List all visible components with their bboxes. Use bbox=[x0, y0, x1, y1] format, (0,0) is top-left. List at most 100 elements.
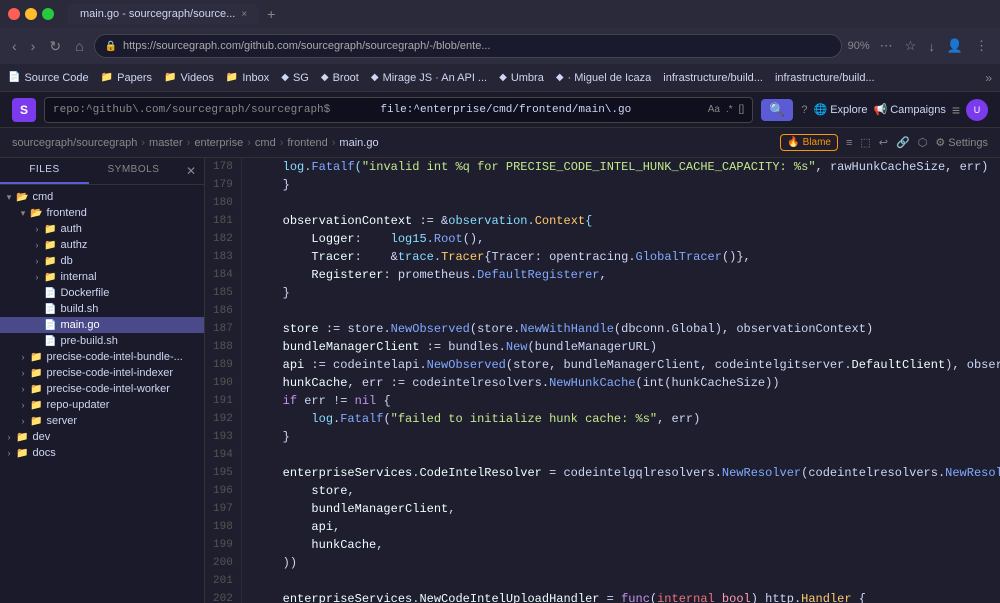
code-token: : prometheus. bbox=[383, 266, 477, 284]
home-button[interactable]: ⌂ bbox=[71, 36, 87, 56]
bookmark-miguel[interactable]: ◆ · Miguel de Icaza bbox=[556, 72, 651, 84]
bookmark-icon: 📁 bbox=[226, 72, 238, 83]
bookmark-button[interactable]: ☆ bbox=[901, 36, 921, 56]
breadcrumb-frontend[interactable]: frontend bbox=[287, 137, 327, 149]
address-bar[interactable]: 🔒 https://sourcegraph.com/github.com/sou… bbox=[94, 34, 842, 58]
tree-arrow: › bbox=[18, 384, 28, 394]
settings-button[interactable]: ⚙ Settings bbox=[935, 136, 988, 149]
tree-item-dockerfile[interactable]: 📄Dockerfile bbox=[0, 285, 204, 301]
folder-icon: 📁 bbox=[30, 400, 42, 411]
raw-button[interactable]: ⬚ bbox=[860, 136, 870, 149]
tab-files[interactable]: FILES bbox=[0, 158, 89, 184]
back-button[interactable]: ‹ bbox=[8, 36, 21, 56]
tree-item-pre-build.sh[interactable]: 📄pre-build.sh bbox=[0, 333, 204, 349]
code-lines: log.Fatalf("invalid int %q for PRECISE_C… bbox=[242, 158, 1000, 603]
maximize-window-button[interactable] bbox=[42, 8, 54, 20]
bookmark-umbra[interactable]: ◆ Umbra bbox=[499, 72, 544, 84]
bookmark-videos[interactable]: 📁 Videos bbox=[164, 72, 214, 84]
sg-hamburger-menu[interactable]: ≡ bbox=[952, 102, 960, 118]
forward-button[interactable]: › bbox=[27, 36, 40, 56]
bookmark-inbox[interactable]: 📁 Inbox bbox=[226, 72, 269, 84]
tree-item-main.go[interactable]: 📄main.go bbox=[0, 317, 204, 333]
github-link-button[interactable]: ⬡ bbox=[918, 136, 928, 149]
bookmark-source-code[interactable]: 📄 Source Code bbox=[8, 72, 89, 84]
sg-user-avatar[interactable]: U bbox=[966, 99, 988, 121]
bookmark-papers[interactable]: 📁 Papers bbox=[101, 72, 152, 84]
structural-toggle[interactable]: [] bbox=[739, 104, 745, 115]
tree-item-frontend[interactable]: ▾📂frontend bbox=[0, 205, 204, 221]
browser-action-buttons: ⋯ ☆ ↓ 👤 ⋮ bbox=[876, 36, 992, 56]
code-token: err != bbox=[297, 392, 355, 410]
sg-campaigns-button[interactable]: 📢 Campaigns bbox=[873, 103, 945, 116]
sg-help-button[interactable]: ? bbox=[801, 104, 807, 116]
bookmarks-overflow[interactable]: » bbox=[985, 71, 992, 85]
history-button[interactable]: ≡ bbox=[846, 137, 852, 149]
code-token: { bbox=[376, 392, 390, 410]
bookmark-infra1[interactable]: infrastructure/build... bbox=[663, 72, 763, 84]
sg-search-box[interactable]: repo:^github\.com/sourcegraph/sourcegrap… bbox=[44, 97, 753, 123]
tree-item-auth[interactable]: ›📁auth bbox=[0, 221, 204, 237]
new-tab-button[interactable]: + bbox=[263, 6, 279, 22]
folder-icon: 📁 bbox=[30, 416, 42, 427]
tree-item-build.sh[interactable]: 📄build.sh bbox=[0, 301, 204, 317]
minimize-window-button[interactable] bbox=[25, 8, 37, 20]
sg-search-button[interactable]: 🔍 bbox=[761, 99, 793, 121]
active-tab[interactable]: main.go - sourcegraph/source... × bbox=[68, 4, 259, 24]
line-number: 185 bbox=[213, 284, 233, 302]
code-token: = codeintelgqlresolvers. bbox=[542, 464, 722, 482]
campaigns-icon: 📢 bbox=[873, 103, 887, 116]
tree-item-precise-code-intel-worker[interactable]: ›📁precise-code-intel-worker bbox=[0, 381, 204, 397]
refresh-button[interactable]: ↻ bbox=[45, 36, 65, 57]
tree-item-label: pre-build.sh bbox=[60, 335, 117, 347]
code-token: := codeintelapi. bbox=[304, 356, 426, 374]
copy-link-button[interactable]: 🔗 bbox=[896, 136, 910, 149]
breadcrumb-cmd[interactable]: cmd bbox=[255, 137, 276, 149]
case-sensitive-toggle[interactable]: Aa bbox=[708, 104, 720, 115]
breadcrumb-repo[interactable]: sourcegraph/sourcegraph bbox=[12, 137, 137, 149]
explore-icon: 🌐 bbox=[813, 103, 827, 116]
bookmark-mirage[interactable]: ◆ Mirage JS · An API ... bbox=[371, 72, 487, 84]
tree-item-server[interactable]: ›📁server bbox=[0, 413, 204, 429]
breadcrumb-actions: 🔥 Blame ≡ ⬚ ↩ 🔗 ⬡ ⚙ Settings bbox=[780, 134, 988, 151]
menu-button[interactable]: ⋮ bbox=[971, 36, 992, 56]
tree-item-dev[interactable]: ›📁dev bbox=[0, 429, 204, 445]
tree-item-docs[interactable]: ›📁docs bbox=[0, 445, 204, 461]
line-number: 179 bbox=[213, 176, 233, 194]
code-token bbox=[254, 230, 312, 248]
tab-symbols[interactable]: SYMBOLS bbox=[89, 158, 178, 184]
breadcrumb-enterprise[interactable]: enterprise bbox=[194, 137, 243, 149]
bookmark-sg[interactable]: ◆ SG bbox=[281, 72, 309, 84]
breadcrumb-branch[interactable]: master bbox=[149, 137, 183, 149]
downloads-button[interactable]: ↓ bbox=[924, 37, 939, 56]
tree-item-precise-code-intel-bundle-...[interactable]: ›📁precise-code-intel-bundle-... bbox=[0, 349, 204, 365]
close-window-button[interactable] bbox=[8, 8, 20, 20]
tree-item-repo-updater[interactable]: ›📁repo-updater bbox=[0, 397, 204, 413]
copy-permalink-button[interactable]: ↩ bbox=[879, 136, 888, 149]
tree-item-db[interactable]: ›📁db bbox=[0, 253, 204, 269]
code-token: Handler bbox=[801, 590, 851, 603]
tree-arrow: › bbox=[32, 240, 42, 250]
code-token: Logger bbox=[311, 230, 354, 248]
code-token: NewObserved bbox=[427, 356, 506, 374]
extensions-button[interactable]: ⋯ bbox=[876, 36, 897, 56]
folder-icon: 📁 bbox=[30, 368, 42, 379]
window-controls[interactable] bbox=[8, 8, 54, 20]
zoom-level: 90% bbox=[848, 40, 870, 52]
tree-item-label: internal bbox=[60, 271, 96, 283]
code-token bbox=[254, 590, 283, 603]
tree-item-cmd[interactable]: ▾📂cmd bbox=[0, 189, 204, 205]
tree-item-authz[interactable]: ›📁authz bbox=[0, 237, 204, 253]
sg-explore-button[interactable]: 🌐 Explore bbox=[813, 103, 867, 116]
regex-toggle[interactable]: .* bbox=[726, 104, 733, 115]
profile-button[interactable]: 👤 bbox=[943, 36, 967, 56]
bookmark-broot[interactable]: ◆ Broot bbox=[321, 72, 359, 84]
tree-item-label: authz bbox=[60, 239, 87, 251]
tree-item-precise-code-intel-indexer[interactable]: ›📁precise-code-intel-indexer bbox=[0, 365, 204, 381]
tab-close-button[interactable]: × bbox=[241, 9, 247, 20]
blame-button[interactable]: 🔥 Blame bbox=[780, 134, 838, 151]
bookmark-infra2[interactable]: infrastructure/build... bbox=[775, 72, 875, 84]
code-token bbox=[254, 266, 312, 284]
sidebar-close-button[interactable]: ✕ bbox=[178, 158, 204, 184]
tree-item-internal[interactable]: ›📁internal bbox=[0, 269, 204, 285]
code-token: } bbox=[254, 284, 290, 302]
